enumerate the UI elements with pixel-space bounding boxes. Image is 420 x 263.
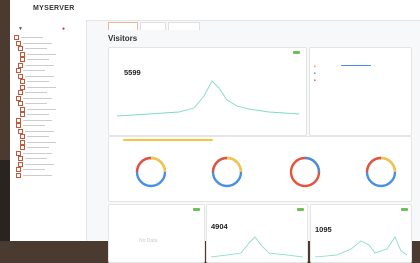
tree-node-label [27, 141, 56, 143]
bottom-card-2-chart [210, 236, 304, 258]
sidebar-status-icon: ● [62, 26, 66, 32]
tree-node-icon [20, 106, 25, 112]
tree-node-label [25, 48, 47, 49]
sidebar: ▼ ● [10, 20, 87, 241]
bottom-card-3-chart [314, 236, 408, 258]
tree-node-icon [18, 90, 23, 95]
tree-node-icon [20, 139, 25, 145]
tree-node-label [21, 37, 43, 38]
tree-node-icon [18, 73, 23, 79]
tree-node-icon [20, 84, 25, 90]
sidebar-header-icon: ▼ [18, 26, 23, 32]
tree-node-label [23, 169, 45, 170]
bottom-card-1: No Data [108, 204, 205, 263]
donut-2 [211, 156, 243, 188]
tree-node-label [23, 125, 45, 126]
tree-node-icon [20, 79, 25, 84]
tree-node-label [25, 158, 47, 159]
tree-node-label [23, 152, 52, 154]
tab-2[interactable] [140, 22, 166, 30]
referrer-row-2: ■ [314, 71, 316, 75]
tree-node-label [25, 130, 54, 132]
tree-node-label [25, 163, 54, 165]
tree-node-icon [18, 46, 23, 51]
tree-node-icon [20, 57, 25, 62]
tree-node-icon [18, 156, 23, 161]
referrer-row-1: ■ [314, 64, 316, 68]
tree-node-label [25, 75, 54, 77]
bottom-card-1-badge [193, 208, 200, 211]
tree-node-label [25, 64, 54, 66]
tree-node-icon [18, 101, 23, 106]
visitors-line-chart [116, 80, 300, 117]
app-logo: MYSERVER [33, 5, 75, 12]
tree-node-icon [18, 62, 23, 68]
sidebar-tree-item[interactable] [10, 172, 86, 179]
referrer-bar [341, 65, 371, 66]
tree-node-label [23, 42, 52, 44]
tree-node-label [27, 147, 49, 148]
tree-node-label [27, 59, 49, 60]
tree-node-label [27, 53, 56, 55]
tree-node-icon [16, 123, 21, 128]
tree-node-icon [20, 51, 25, 57]
tree-node-icon [20, 145, 25, 150]
breakdown-donuts [135, 156, 397, 188]
referrer-row-3: ■ [314, 78, 316, 82]
tree-node-label [27, 81, 49, 82]
tree-node-label [27, 86, 56, 88]
tree-node-icon [16, 150, 21, 156]
tree-node-icon [20, 112, 25, 117]
tree-node-icon [16, 167, 21, 172]
tree-node-label [23, 174, 52, 176]
donut-3 [289, 156, 321, 188]
tree-node-icon [18, 128, 23, 134]
tree-node-label [27, 114, 49, 115]
donut-1 [135, 156, 167, 188]
tab-3[interactable] [168, 22, 200, 30]
top-bar: MYSERVER [10, 0, 420, 21]
visitors-line [116, 80, 300, 117]
page-title: Visitors [108, 34, 138, 43]
tree-node-icon [16, 117, 21, 123]
breakdown-section [108, 136, 412, 202]
tab-1[interactable] [108, 22, 138, 30]
tree-node-icon [18, 161, 23, 167]
tree-node-label [23, 119, 52, 121]
donut-4 [365, 156, 397, 188]
tree-node-icon [20, 134, 25, 139]
tree-node-label [25, 103, 47, 104]
tree-node-icon [16, 95, 21, 101]
visitors-card: 5599 [108, 47, 307, 136]
main-content: Visitors 5599 ■ ■ ■ No Data 4904 1095 [88, 20, 412, 263]
tree-node-label [23, 70, 45, 71]
bottom-card-3: 1095 [310, 204, 412, 263]
tree-node-icon [14, 35, 19, 40]
tree-node-icon [16, 40, 21, 46]
tree-node-label [27, 136, 49, 137]
sidebar-tree [10, 35, 86, 178]
tree-node-label [27, 108, 56, 110]
bottom-card-2: 4904 [206, 204, 308, 263]
tree-node-label [25, 92, 47, 93]
referrers-card: ■ ■ ■ [309, 47, 412, 136]
tree-node-label [23, 97, 52, 99]
no-data-label: No Data [139, 238, 158, 244]
tree-node-icon [16, 172, 21, 178]
tree-node-icon [16, 68, 21, 73]
